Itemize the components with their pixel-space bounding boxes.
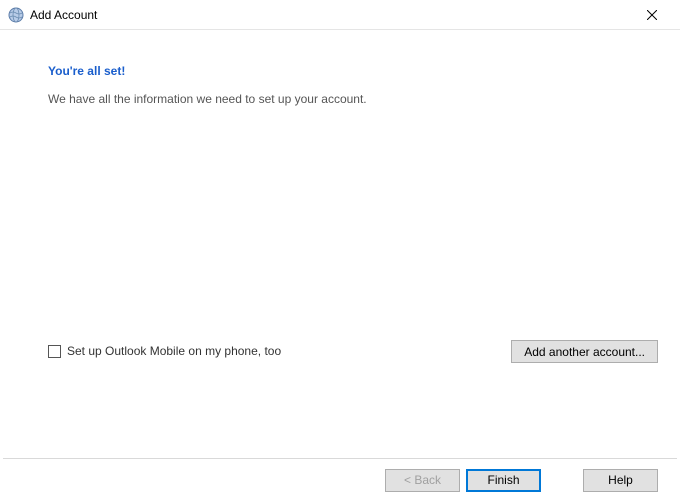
- setup-mobile-checkbox[interactable]: Set up Outlook Mobile on my phone, too: [48, 344, 281, 358]
- titlebar: Add Account: [0, 0, 680, 30]
- checkbox-label: Set up Outlook Mobile on my phone, too: [67, 344, 281, 358]
- finish-button[interactable]: Finish: [466, 469, 541, 492]
- add-another-account-button[interactable]: Add another account...: [511, 340, 658, 363]
- help-button[interactable]: Help: [583, 469, 658, 492]
- add-another-container: Add another account...: [511, 340, 658, 363]
- checkbox-icon: [48, 345, 61, 358]
- heading: You're all set!: [48, 64, 632, 78]
- content-area: You're all set! We have all the informat…: [0, 30, 680, 106]
- footer: < Back Finish Help: [0, 459, 680, 501]
- close-button[interactable]: [632, 1, 672, 29]
- globe-icon: [8, 7, 24, 23]
- close-icon: [647, 10, 657, 20]
- window-title: Add Account: [30, 8, 632, 22]
- description: We have all the information we need to s…: [48, 92, 632, 106]
- back-button: < Back: [385, 469, 460, 492]
